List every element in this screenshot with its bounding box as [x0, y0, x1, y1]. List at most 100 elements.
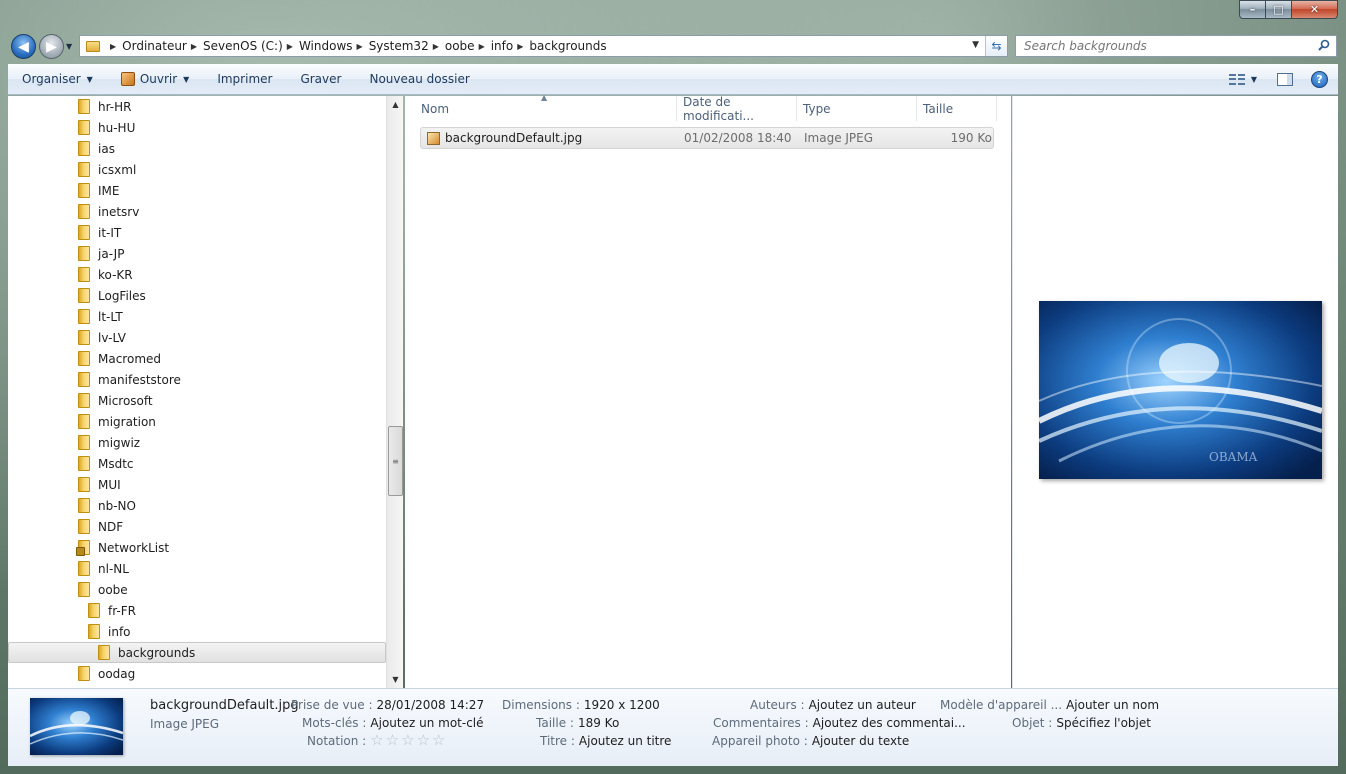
- folder-icon: [78, 204, 90, 219]
- tree-item[interactable]: info: [8, 621, 386, 642]
- search-input[interactable]: [1024, 39, 1304, 53]
- tree-item[interactable]: nb-NO: [8, 495, 386, 516]
- tree-item[interactable]: hr-HR: [8, 96, 386, 117]
- file-row[interactable]: backgroundDefault.jpg 01/02/2008 18:40 I…: [420, 127, 994, 149]
- tree-item[interactable]: ko-KR: [8, 264, 386, 285]
- breadcrumb-item[interactable]: SevenOS (C:) ▶: [203, 39, 299, 53]
- prop-appareil-photo[interactable]: Appareil photo : Ajouter du texte: [712, 734, 909, 748]
- column-header-name[interactable]: Nom: [415, 96, 677, 121]
- close-button[interactable]: ✕: [1292, 0, 1338, 19]
- tree-item[interactable]: ja-JP: [8, 243, 386, 264]
- minimize-icon: –: [1249, 3, 1256, 16]
- folder-icon: [78, 351, 90, 366]
- tree-item[interactable]: icsxml: [8, 159, 386, 180]
- tree-item[interactable]: migwiz: [8, 432, 386, 453]
- forward-button[interactable]: ▶: [39, 34, 64, 59]
- maximize-button[interactable]: □: [1266, 0, 1292, 19]
- breadcrumb-item[interactable]: Windows ▶: [299, 39, 369, 53]
- help-button[interactable]: ?: [1311, 71, 1328, 88]
- chevron-right-icon: ▶: [356, 41, 363, 51]
- prop-modele-appareil[interactable]: Modèle d'appareil ... Ajouter un nom: [940, 698, 1159, 712]
- address-dropdown-icon[interactable]: ▼: [972, 40, 979, 50]
- tree-item[interactable]: oodag: [8, 663, 386, 684]
- chevron-down-icon: ▼: [183, 74, 190, 84]
- breadcrumb-root-arrow[interactable]: ▶: [106, 42, 122, 51]
- tree-item-selected[interactable]: backgrounds: [8, 642, 386, 663]
- breadcrumb-item[interactable]: info ▶: [491, 39, 530, 53]
- tree-item[interactable]: fr-FR: [8, 600, 386, 621]
- folder-icon: [78, 582, 90, 597]
- prop-dimensions: Dimensions : 1920 x 1200: [502, 698, 660, 712]
- ouvrir-button[interactable]: Ouvrir ▼: [107, 64, 204, 95]
- tree-item[interactable]: lt-LT: [8, 306, 386, 327]
- folder-icon: [78, 225, 90, 240]
- prop-commentaires[interactable]: Commentaires : Ajoutez des commentai...: [713, 716, 966, 730]
- tree-item[interactable]: manifeststore: [8, 369, 386, 390]
- folder-icon: [78, 435, 90, 450]
- breadcrumb-item[interactable]: Ordinateur ▶: [122, 39, 203, 53]
- nouveau-dossier-button[interactable]: Nouveau dossier: [355, 64, 483, 95]
- tree-item[interactable]: LogFiles: [8, 285, 386, 306]
- file-name: backgroundDefault.jpg: [445, 131, 583, 145]
- tree-item[interactable]: Microsoft: [8, 390, 386, 411]
- preview-pane-button[interactable]: [1277, 73, 1293, 86]
- imprimer-button[interactable]: Imprimer: [203, 64, 286, 95]
- search-icon[interactable]: [1318, 39, 1330, 51]
- minimize-button[interactable]: –: [1239, 0, 1266, 19]
- folder-icon: [78, 267, 90, 282]
- address-bar[interactable]: ▶ Ordinateur ▶ SevenOS (C:) ▶ Windows ▶ Sys…: [79, 35, 1008, 57]
- star-icon[interactable]: ☆: [401, 733, 414, 748]
- tree-item[interactable]: migration: [8, 411, 386, 432]
- preview-watermark: OBAMA: [1209, 450, 1258, 464]
- star-icon[interactable]: ☆: [386, 733, 399, 748]
- rating-stars[interactable]: ☆ ☆ ☆ ☆ ☆: [370, 733, 447, 748]
- prop-auteurs[interactable]: Auteurs : Ajoutez un auteur: [750, 698, 916, 712]
- tree-item[interactable]: Macromed: [8, 348, 386, 369]
- tree-item[interactable]: ias: [8, 138, 386, 159]
- jpeg-file-icon: [427, 131, 440, 145]
- tree-item[interactable]: NDF: [8, 516, 386, 537]
- details-pane: backgroundDefault.jpg Image JPEG Prise d…: [8, 688, 1338, 766]
- recent-pages-dropdown[interactable]: ▼: [66, 42, 72, 51]
- tree-item[interactable]: nl-NL: [8, 558, 386, 579]
- column-header-type[interactable]: Type: [797, 96, 917, 121]
- tree-item[interactable]: hu-HU: [8, 117, 386, 138]
- tree-item[interactable]: lv-LV: [8, 327, 386, 348]
- folder-icon: [78, 477, 90, 492]
- tree-item[interactable]: MUI: [8, 474, 386, 495]
- column-header-date[interactable]: Date de modificati...: [677, 95, 797, 123]
- scroll-down-icon[interactable]: ▼: [387, 671, 404, 688]
- tree-item[interactable]: oobe: [8, 579, 386, 600]
- back-button[interactable]: ◀: [11, 34, 36, 59]
- search-box[interactable]: [1015, 35, 1337, 57]
- column-header-size[interactable]: Taille: [917, 96, 997, 121]
- tree-item[interactable]: Msdtc: [8, 453, 386, 474]
- tree-item[interactable]: IME: [8, 180, 386, 201]
- file-size: 190 Ko: [950, 131, 992, 145]
- breadcrumb-item[interactable]: System32 ▶: [369, 39, 445, 53]
- scroll-up-icon[interactable]: ▲: [387, 96, 404, 113]
- organiser-button[interactable]: Organiser ▼: [8, 64, 107, 95]
- tree-item[interactable]: it-IT: [8, 222, 386, 243]
- prop-titre[interactable]: Titre : Ajoutez un titre: [540, 734, 671, 748]
- folder-icon: [78, 183, 90, 198]
- help-icon: ?: [1311, 71, 1328, 88]
- prop-mots-cles[interactable]: Mots-clés : Ajoutez un mot-clé: [302, 716, 484, 730]
- star-icon[interactable]: ☆: [432, 733, 445, 748]
- views-button[interactable]: ▼: [1228, 73, 1257, 86]
- refresh-button[interactable]: ⇆: [985, 36, 1007, 56]
- star-icon[interactable]: ☆: [417, 733, 430, 748]
- tree-item[interactable]: NetworkList: [8, 537, 386, 558]
- prop-objet[interactable]: Objet : Spécifiez l'objet: [1012, 716, 1151, 730]
- navigation-scrollbar[interactable]: ▲ ≡ ▼: [386, 96, 403, 688]
- chevron-right-icon: ▶: [432, 41, 439, 51]
- ouvrir-label: Ouvrir: [139, 72, 178, 86]
- tree-item[interactable]: inetsrv: [8, 201, 386, 222]
- prop-taille: Taille : 189 Ko: [536, 716, 620, 730]
- breadcrumb-item[interactable]: oobe ▶: [445, 39, 491, 53]
- scrollbar-thumb[interactable]: ≡: [388, 426, 403, 496]
- graver-button[interactable]: Graver: [286, 64, 355, 95]
- refresh-icon: ⇆: [991, 39, 1002, 53]
- breadcrumb-item-current[interactable]: backgrounds: [529, 39, 606, 53]
- star-icon[interactable]: ☆: [370, 733, 383, 748]
